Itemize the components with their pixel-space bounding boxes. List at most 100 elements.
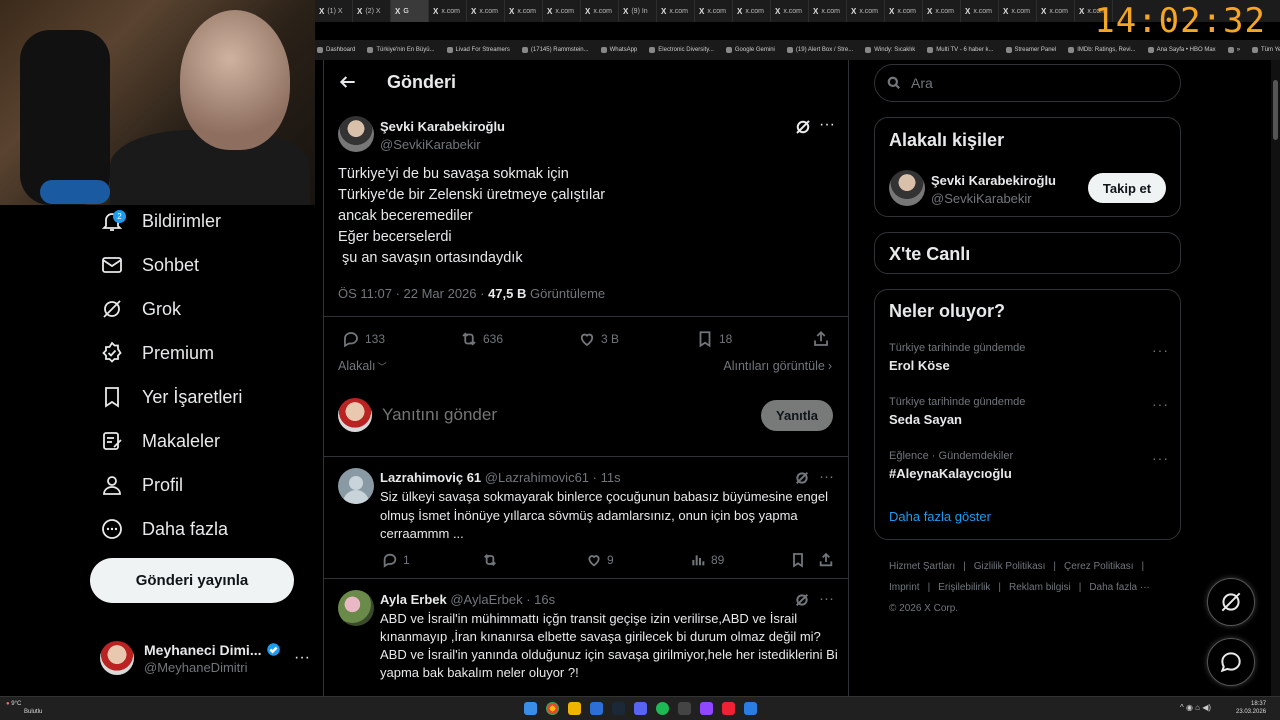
- related-name[interactable]: Şevki Karabekiroğlu: [931, 173, 1056, 188]
- browser-tab[interactable]: Xx.com: [733, 0, 771, 22]
- reply-input[interactable]: [382, 401, 682, 429]
- grok-icon[interactable]: [794, 118, 812, 141]
- reply-action[interactable]: 133: [342, 330, 385, 348]
- follow-button[interactable]: Takip et: [1088, 173, 1166, 203]
- reply-more-icon[interactable]: ···: [819, 590, 834, 607]
- browser-tab[interactable]: Xx.com: [923, 0, 961, 22]
- reply-name[interactable]: Ayla Erbek: [380, 592, 447, 607]
- sidebar-item-grok[interactable]: Grok: [100, 289, 181, 329]
- repost-action[interactable]: 636: [460, 330, 503, 348]
- sidebar-item-bell[interactable]: 2 Bildirimler: [100, 201, 221, 241]
- browser-tab[interactable]: Xx.com: [771, 0, 809, 22]
- author-handle[interactable]: @SevkiKarabekir: [380, 137, 481, 152]
- trend-more-icon[interactable]: ···: [1152, 396, 1169, 412]
- footer-link[interactable]: Reklam bilgisi: [1009, 582, 1071, 593]
- view-quotes-link[interactable]: Alıntıları görüntüle ›: [723, 359, 832, 373]
- author-name[interactable]: Şevki Karabekiroğlu: [380, 119, 505, 134]
- reply-time[interactable]: · 11s: [593, 470, 621, 485]
- start-icon[interactable]: [524, 702, 537, 715]
- weather-widget[interactable]: ● 9°C Bulutlu: [6, 700, 42, 716]
- browser-tab[interactable]: XG: [391, 0, 429, 22]
- footer-link[interactable]: Çerez Politikası: [1064, 561, 1133, 572]
- reply-avatar[interactable]: [338, 468, 374, 504]
- trend-item[interactable]: Türkiye tarihinde gündemde Erol Köse ···: [889, 342, 1169, 373]
- reply-button[interactable]: Yanıtla: [761, 400, 833, 431]
- browser-tab[interactable]: Xx.com: [543, 0, 581, 22]
- bookmark-item[interactable]: Dashboard: [317, 47, 355, 53]
- store-icon[interactable]: [590, 702, 603, 715]
- sidebar-item-premium[interactable]: Premium: [100, 333, 214, 373]
- browser-tab[interactable]: Xx.com: [885, 0, 923, 22]
- reply-views-action[interactable]: 89: [690, 552, 724, 568]
- browser-tab[interactable]: X (2) X: [353, 0, 391, 22]
- reply-like-action[interactable]: 9: [586, 552, 614, 568]
- bookmark-item[interactable]: (19) Alert Box / Stre...: [786, 47, 853, 53]
- trend-item[interactable]: Eğlence · Gündemdekiler #AleynaKalaycıoğ…: [889, 450, 1169, 481]
- footer-link[interactable]: Gizlilik Politikası: [974, 561, 1046, 572]
- app-icon[interactable]: [678, 702, 691, 715]
- system-tray-icons[interactable]: ^ ◉ ⌂ ◀): [1180, 703, 1211, 712]
- browser-tab[interactable]: X (9) In: [619, 0, 657, 22]
- bookmark-item[interactable]: Google Gemini: [725, 47, 775, 53]
- reply-more-icon[interactable]: ···: [819, 468, 834, 485]
- account-switcher[interactable]: Meyhaneci Dimi... @MeyhaneDimitri ···: [100, 636, 310, 680]
- sidebar-item-mail[interactable]: Sohbet: [100, 245, 199, 285]
- bookmark-item[interactable]: Livad For Streamers: [446, 47, 510, 53]
- file-explorer-icon[interactable]: [568, 702, 581, 715]
- bookmark-item[interactable]: WhatsApp: [600, 47, 637, 53]
- sidebar-item-bookmark[interactable]: Yer İşaretleri: [100, 377, 242, 417]
- bookmark-item[interactable]: Electronic Diversity...: [649, 47, 714, 53]
- browser-tab[interactable]: Xx.com: [999, 0, 1037, 22]
- back-arrow-icon[interactable]: [338, 72, 358, 97]
- spotify-icon[interactable]: [656, 702, 669, 715]
- footer-link[interactable]: Imprint: [889, 582, 920, 593]
- reply-bookmark-icon[interactable]: [790, 552, 806, 573]
- reply-handle[interactable]: @Lazrahimovic61: [485, 470, 589, 485]
- discord-icon[interactable]: [634, 702, 647, 715]
- browser-tab[interactable]: X (1) X: [315, 0, 353, 22]
- app-icon[interactable]: [722, 702, 735, 715]
- bookmark-item[interactable]: IMDb: Ratings, Revi...: [1068, 47, 1136, 53]
- related-avatar[interactable]: [889, 170, 925, 206]
- reply-share-icon[interactable]: [818, 552, 834, 573]
- footer-link[interactable]: © 2026 X Corp.: [889, 603, 958, 614]
- bookmark-item[interactable]: Streamer Panel: [1005, 47, 1056, 53]
- post-time[interactable]: ÖS 11:07 · 22 Mar 2026 ·: [338, 286, 484, 301]
- live-card[interactable]: X'te Canlı: [874, 232, 1181, 274]
- search-input[interactable]: [911, 75, 1151, 91]
- browser-tab[interactable]: Xx.com: [1037, 0, 1075, 22]
- reply-avatar[interactable]: [338, 590, 374, 626]
- like-action[interactable]: 3 B: [578, 330, 619, 348]
- author-avatar[interactable]: [338, 116, 374, 152]
- browser-tab[interactable]: Xx.com: [847, 0, 885, 22]
- steam-icon[interactable]: [612, 702, 625, 715]
- browser-tab[interactable]: Xx.com: [505, 0, 543, 22]
- twitch-icon[interactable]: [700, 702, 713, 715]
- sort-dropdown[interactable]: Alakalı ﹀: [338, 359, 387, 373]
- post-button[interactable]: Gönderi yayınla: [90, 558, 294, 603]
- share-action[interactable]: [812, 330, 830, 348]
- footer-link[interactable]: Daha fazla ···: [1089, 582, 1150, 593]
- messages-fab[interactable]: [1207, 638, 1255, 686]
- reply-name[interactable]: Lazrahimoviç 61: [380, 470, 481, 485]
- trend-item[interactable]: Türkiye tarihinde gündemde Seda Sayan ··…: [889, 396, 1169, 427]
- bookmark-item[interactable]: Multi TV - 6 haber k...: [927, 47, 994, 53]
- browser-tab[interactable]: Xx.com: [467, 0, 505, 22]
- footer-link[interactable]: Hizmet Şartları: [889, 561, 955, 572]
- browser-tab[interactable]: Xx.com: [961, 0, 999, 22]
- page-scrollbar[interactable]: [1271, 60, 1280, 696]
- search-box[interactable]: [874, 64, 1181, 102]
- sidebar-item-more-circle[interactable]: Daha fazla: [100, 509, 228, 549]
- browser-tab[interactable]: Xx.com: [695, 0, 733, 22]
- reply-handle[interactable]: @AylaErbek: [450, 592, 522, 607]
- bookmark-item[interactable]: »: [1227, 47, 1240, 53]
- browser-tab[interactable]: Xx.com: [809, 0, 847, 22]
- show-more-link[interactable]: Daha fazla göster: [889, 509, 991, 524]
- chrome-icon[interactable]: [546, 702, 559, 715]
- post-more-icon[interactable]: ···: [819, 116, 835, 134]
- trend-more-icon[interactable]: ···: [1152, 342, 1169, 358]
- taskbar-clock[interactable]: 18:37 23.03.2026: [1236, 700, 1266, 716]
- browser-tab[interactable]: Xx.com: [657, 0, 695, 22]
- bookmark-action[interactable]: 18: [696, 330, 732, 348]
- more-dots-icon[interactable]: ···: [294, 649, 310, 667]
